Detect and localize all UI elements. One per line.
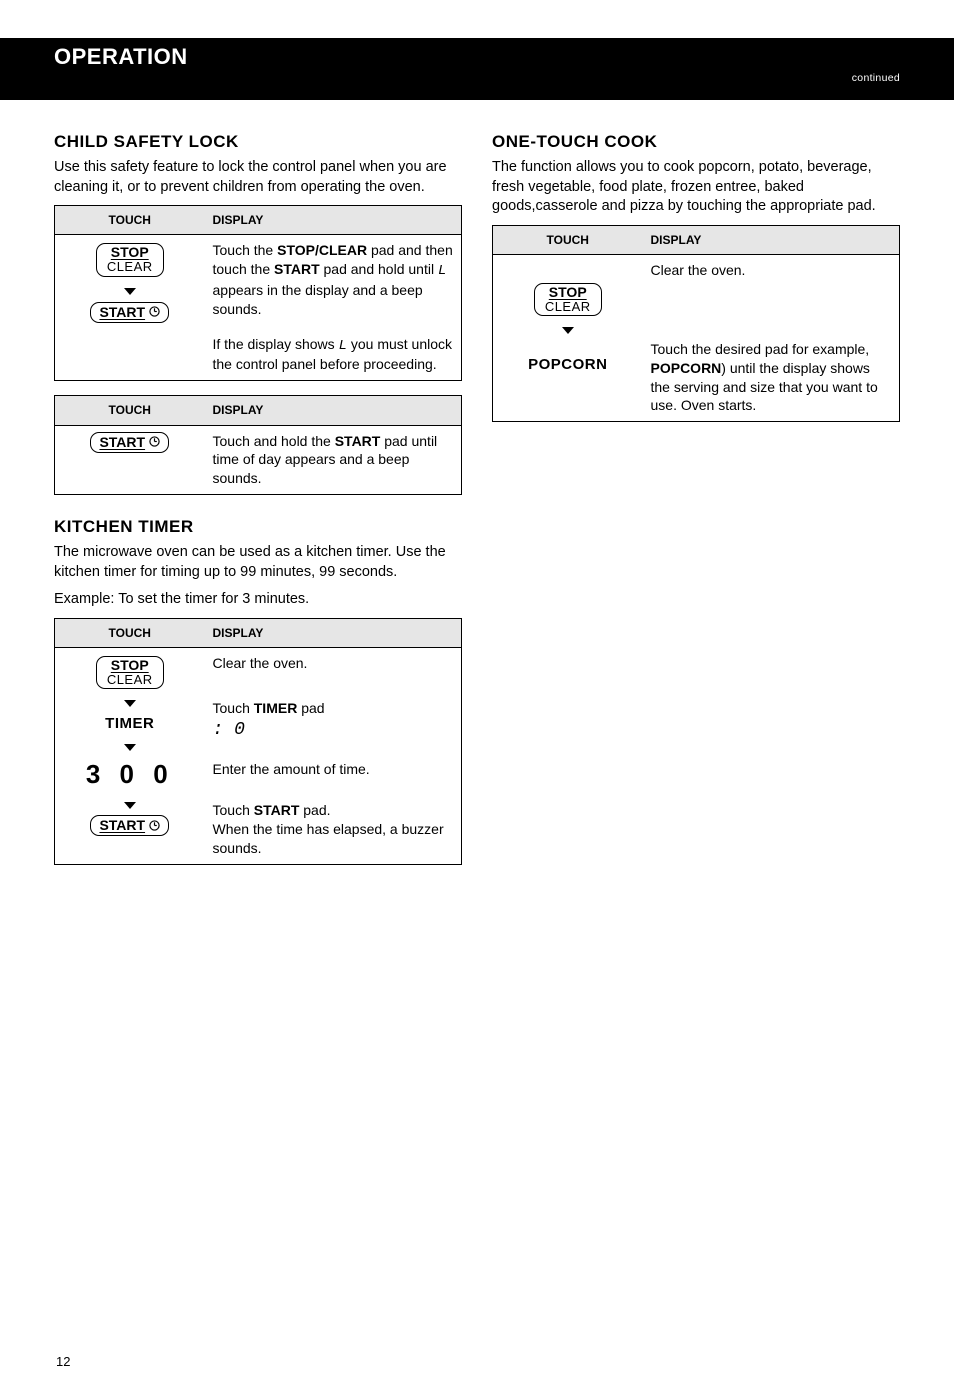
start-pad[interactable]: START: [90, 302, 169, 323]
col-header-touch: TOUCH: [55, 206, 205, 235]
col-header-touch-3: TOUCH: [55, 618, 205, 647]
kitchen-timer-body: The microwave oven can be used as a kitc…: [54, 543, 462, 582]
kitchen-timer-example: Example: To set the timer for 3 minutes.: [54, 590, 462, 610]
arrow-down-icon: [63, 795, 197, 814]
lock-row1-d: appears in the display and a beep sounds…: [213, 282, 423, 317]
unlock-row-bold: START: [335, 433, 381, 449]
col-header-display-4: DISPLAY: [643, 225, 900, 254]
clock-icon: [149, 820, 160, 831]
left-column: CHILD SAFETY LOCK Use this safety featur…: [54, 110, 462, 879]
one-touch-body: The function allows you to cook popcorn,…: [492, 158, 900, 217]
band-title: OPERATION: [54, 44, 900, 70]
timer-start-b: pad.: [299, 802, 330, 818]
stop-clear-pad[interactable]: STOP CLEAR: [534, 283, 602, 316]
right-column: ONE-TOUCH COOK The function allows you t…: [492, 110, 900, 879]
onetouch-clear-text: Clear the oven.: [651, 261, 892, 280]
lock-row1-c: pad and hold until: [320, 261, 438, 277]
clock-icon: [149, 436, 160, 447]
onetouch-row-a: Touch the desired pad for example,: [651, 341, 870, 357]
timer-start-a: Touch: [213, 802, 254, 818]
col-header-display: DISPLAY: [205, 206, 462, 235]
col-header-display-2: DISPLAY: [205, 396, 462, 425]
lock-row2-a: If the display shows: [213, 336, 339, 352]
child-lock-table-2: TOUCH DISPLAY START Touch and hold the S…: [54, 395, 462, 495]
arrow-down-icon: [63, 693, 197, 712]
popcorn-pad[interactable]: POPCORN: [528, 356, 607, 373]
lock-seg-L: L: [438, 263, 446, 279]
start-pad[interactable]: START: [90, 815, 169, 836]
lock-seg-L2: L: [339, 338, 347, 354]
col-header-touch-4: TOUCH: [493, 225, 643, 254]
section-band: OPERATION continued: [0, 38, 954, 100]
page-number: 12: [56, 1354, 70, 1369]
timer-clear-text: Clear the oven.: [213, 654, 454, 673]
timer-row-bold: TIMER: [254, 700, 298, 716]
child-lock-body: Use this safety feature to lock the cont…: [54, 158, 462, 197]
arrow-down-icon: [501, 320, 635, 339]
timer-seg-0: : 0: [213, 718, 454, 742]
page-body: CHILD SAFETY LOCK Use this safety featur…: [0, 100, 954, 879]
child-lock-table-1: TOUCH DISPLAY STOP CLEAR START Touch: [54, 205, 462, 381]
kitchen-timer-table: TOUCH DISPLAY STOP CLEAR TIMER 3 0 0 STA…: [54, 618, 462, 865]
timer-start-c: When the time has elapsed, a buzzer soun…: [213, 820, 454, 858]
timer-pad[interactable]: TIMER: [105, 715, 154, 732]
stop-clear-pad[interactable]: STOP CLEAR: [96, 243, 164, 276]
clock-icon: [149, 306, 160, 317]
kitchen-timer-title: KITCHEN TIMER: [54, 517, 462, 537]
digits-300[interactable]: 3 0 0: [86, 759, 174, 789]
timer-row-a: Touch: [213, 700, 254, 716]
arrow-down-icon: [63, 281, 197, 300]
one-touch-table: TOUCH DISPLAY STOP CLEAR POPCORN Clear t…: [492, 225, 900, 423]
lock-row1-bold2: START: [274, 261, 320, 277]
start-pad[interactable]: START: [90, 432, 169, 453]
stop-clear-pad[interactable]: STOP CLEAR: [96, 656, 164, 689]
col-header-display-3: DISPLAY: [205, 618, 462, 647]
lock-row1-bold1: STOP/CLEAR: [277, 242, 367, 258]
lock-row1-a: Touch the: [213, 242, 278, 258]
timer-enter-text: Enter the amount of time.: [213, 760, 454, 779]
onetouch-row-bold: POPCORN: [651, 360, 722, 376]
timer-row-b: pad: [297, 700, 324, 716]
timer-start-bold: START: [254, 802, 300, 818]
arrow-down-icon: [63, 737, 197, 756]
col-header-touch-2: TOUCH: [55, 396, 205, 425]
one-touch-title: ONE-TOUCH COOK: [492, 132, 900, 152]
unlock-row-a: Touch and hold the: [213, 433, 335, 449]
band-subtitle: continued: [54, 72, 900, 84]
child-lock-title: CHILD SAFETY LOCK: [54, 132, 462, 152]
